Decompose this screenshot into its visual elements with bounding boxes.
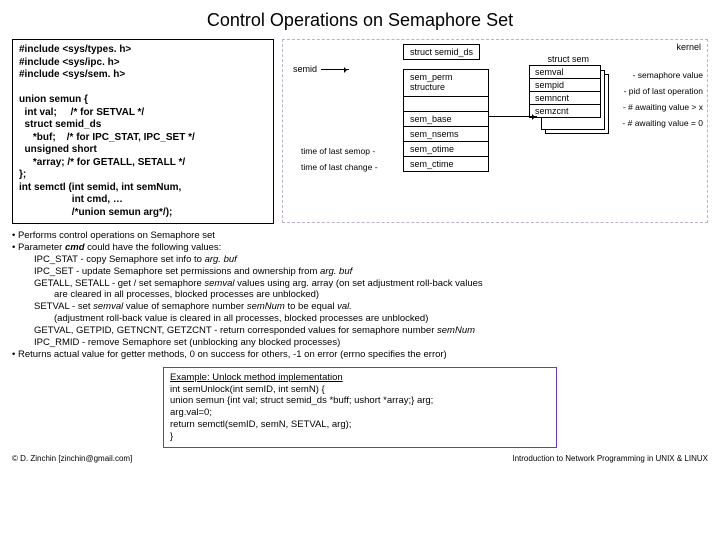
bullet-performs: • Performs control operations on Semapho… xyxy=(12,230,708,242)
note-semzcnt: - # awaiting value = 0 xyxy=(622,118,703,128)
field-sem-ctime: sem_ctime xyxy=(403,156,489,172)
example-l2: union semun {int val; struct semid_ds *b… xyxy=(170,395,550,407)
bullet-getall: GETALL, SETALL - get / set semaphore sem… xyxy=(34,278,708,290)
footer-right: Introduction to Network Programming in U… xyxy=(512,454,708,463)
time-chg-label: time of last change - xyxy=(301,162,378,172)
bullet-setval: SETVAL - set semval value of semaphore n… xyxy=(34,301,708,313)
field-semncnt: semncnt xyxy=(529,91,601,105)
example-l5: } xyxy=(170,431,550,443)
note-semval: - semaphore value xyxy=(633,70,703,80)
field-semzcnt: semzcnt xyxy=(529,104,601,118)
time-op-label: time of last semop - xyxy=(301,146,375,156)
bullet-returns: • Returns actual value for getter method… xyxy=(12,349,708,361)
semid-label: semid xyxy=(293,64,317,74)
example-l1: int semUnlock(int semID, int semN) { xyxy=(170,384,550,396)
semid-ds-fields: sem_perm structure sem_base sem_nsems se… xyxy=(403,70,489,172)
bullet-getall2: are cleared in all processes, blocked pr… xyxy=(54,289,708,301)
field-sem-nsems: sem_nsems xyxy=(403,126,489,142)
bullet-ipcset: IPC_SET - update Semaphore set permissio… xyxy=(34,266,708,278)
page-title: Control Operations on Semaphore Set xyxy=(12,10,708,31)
bullet-cmd: • Parameter cmd could have the following… xyxy=(12,242,708,254)
kernel-diagram: kernel struct semid_ds semid sem_perm st… xyxy=(282,39,708,223)
example-box: Example: Unlock method implementation in… xyxy=(163,367,557,448)
field-semval: semval xyxy=(529,65,601,79)
field-sem-otime: sem_otime xyxy=(403,141,489,157)
bullet-list: • Performs control operations on Semapho… xyxy=(12,230,708,361)
field-sem-perm: sem_perm structure xyxy=(403,69,489,97)
footer: © D. Zinchin [zinchin@gmail.com] Introdu… xyxy=(12,454,708,463)
field-sempid: sempid xyxy=(529,78,601,92)
struct-semid-ds-label: struct semid_ds xyxy=(403,44,480,60)
note-sempid: - pid of last operation xyxy=(624,86,703,96)
struct-sem-label: struct sem xyxy=(547,54,589,64)
arrow-icon xyxy=(489,116,537,117)
field-blank xyxy=(403,96,489,112)
example-l4: return semctl(semID, semN, SETVAL, arg); xyxy=(170,419,550,431)
example-l3: arg.val=0; xyxy=(170,407,550,419)
bullet-setval2: (adjustment roll-back value is cleared i… xyxy=(54,313,708,325)
kernel-label: kernel xyxy=(676,42,701,52)
bullet-ipcstat: IPC_STAT - copy Semaphore set info to ar… xyxy=(34,254,708,266)
field-sem-base: sem_base xyxy=(403,111,489,127)
example-title: Example: Unlock method implementation xyxy=(170,372,550,384)
footer-left: © D. Zinchin [zinchin@gmail.com] xyxy=(12,454,132,463)
note-semncnt: - # awaiting value > x xyxy=(623,102,703,112)
code-block: #include <sys/types. h> #include <sys/ip… xyxy=(12,39,274,224)
struct-sem-fields: semval sempid semncnt semzcnt xyxy=(529,66,601,118)
bullet-rmid: IPC_RMID - remove Semaphore set (unblock… xyxy=(34,337,708,349)
arrow-icon xyxy=(321,69,349,70)
bullet-getval: GETVAL, GETPID, GETNCNT, GETZCNT - retur… xyxy=(34,325,708,337)
